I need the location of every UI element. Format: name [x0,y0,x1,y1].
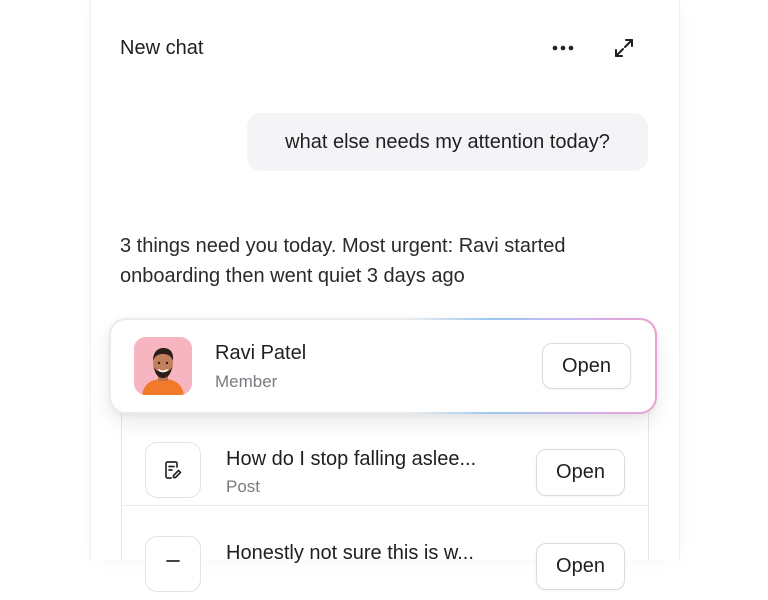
member-card: Ravi Patel Member Open [111,320,655,412]
list-item[interactable]: How do I stop falling aslee... Post Open [122,412,648,506]
list-item-subtitle: Post [226,477,261,496]
results-list: How do I stop falling aslee... Post Open… [121,400,649,592]
assistant-message: 3 things need you today. Most urgent: Ra… [120,235,566,287]
open-button[interactable]: Open [536,449,625,496]
member-name: Ravi Patel [215,342,307,364]
post-type-icon-box [145,442,201,498]
person-avatar-image [134,337,192,395]
note-edit-icon [165,461,182,479]
list-item-title: How do I stop falling aslee... [226,448,477,470]
avatar [134,337,192,395]
expand-button[interactable] [608,32,640,64]
open-button[interactable]: Open [536,543,625,590]
member-role: Member [215,372,278,391]
highlight-card[interactable]: Ravi Patel Member Open [109,318,657,414]
post-icon [166,560,180,562]
more-horizontal-icon [552,45,574,51]
user-message-text: what else needs my attention today? [285,130,610,153]
page-title: New chat [120,37,204,59]
expand-icon [615,39,633,57]
open-member-button[interactable]: Open [542,343,631,389]
post-type-icon-box [145,536,201,592]
more-options-button[interactable] [546,32,580,64]
list-item-title: Honestly not sure this is w... [226,542,474,564]
user-message-bubble: what else needs my attention today? [247,113,648,171]
list-item[interactable]: Honestly not sure this is w... Open [122,506,648,600]
